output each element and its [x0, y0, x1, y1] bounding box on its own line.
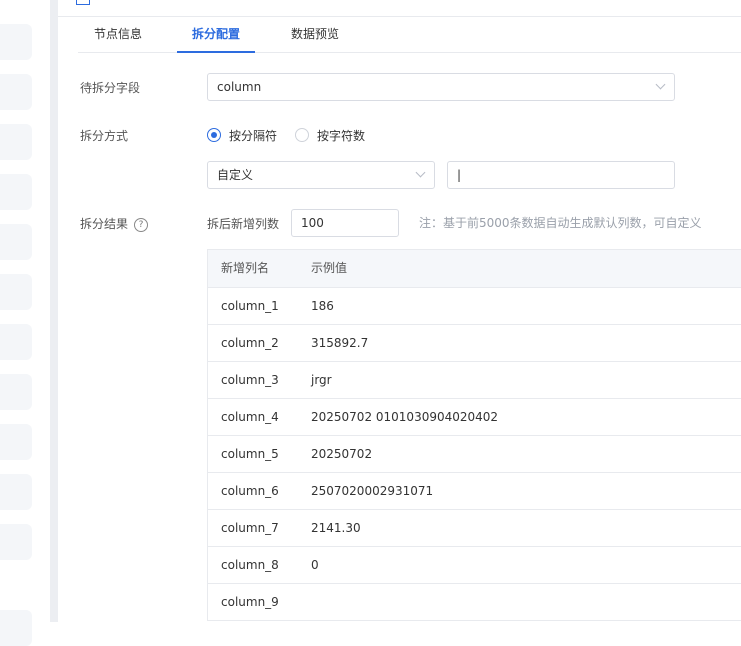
table-header: 新增列名 示例值	[208, 249, 741, 288]
field-select-value: column	[217, 80, 262, 94]
column-name: column_4	[221, 410, 279, 424]
panel-header	[58, 0, 741, 17]
table-row: column_6 2507020002931071	[208, 473, 741, 510]
sample-value: 315892.7	[311, 336, 369, 350]
radio-by-charcount-label: 按字符数	[317, 128, 366, 143]
result-label-row: 拆分结果?	[80, 215, 149, 232]
sample-value: 20250702 0101030904020402	[311, 410, 499, 424]
radio-unchecked-icon	[295, 128, 309, 142]
hint-text: 注：基于前5000条数据自动生成默认列数，可自定义	[419, 216, 702, 230]
radio-by-charcount[interactable]: 按字符数	[295, 127, 365, 143]
column-name: column_8	[221, 558, 279, 572]
sidebar-item[interactable]	[0, 74, 32, 110]
chevron-down-icon	[415, 167, 426, 178]
radio-by-delimiter[interactable]: 按分隔符	[207, 127, 277, 143]
tab-split-config[interactable]: 拆分配置	[177, 17, 255, 53]
chevron-down-icon	[655, 79, 666, 90]
sidebar-item[interactable]	[0, 524, 32, 560]
sidebar-item[interactable]	[0, 274, 32, 310]
sidebar-item[interactable]	[0, 474, 32, 510]
newcol-count-input[interactable]: 100	[291, 209, 399, 237]
column-name: column_7	[221, 521, 279, 535]
sample-value: 20250702	[311, 447, 373, 461]
table-row: column_5 20250702	[208, 436, 741, 473]
result-table: 新增列名 示例值 column_1 186 column_2 315892.7 …	[207, 249, 741, 621]
field-label: 待拆分字段	[80, 81, 141, 95]
table-row: column_1 186	[208, 288, 741, 325]
sample-value: 0	[311, 558, 319, 572]
sample-value: 186	[311, 299, 334, 313]
radio-by-delimiter-label: 按分隔符	[229, 128, 278, 143]
table-row: column_2 315892.7	[208, 325, 741, 362]
left-sidebar	[0, 0, 50, 646]
delimiter-type-select[interactable]: 自定义	[207, 161, 435, 189]
column-name: column_5	[221, 447, 279, 461]
sample-value: 2507020002931071	[311, 484, 434, 498]
column-name: column_9	[221, 595, 279, 609]
table-row: column_7 2141.30	[208, 510, 741, 547]
table-row: column_3 jrgr	[208, 362, 741, 399]
field-select[interactable]: column	[207, 73, 675, 101]
method-label: 拆分方式	[80, 129, 129, 143]
newcol-count-value: 100	[301, 216, 324, 230]
help-icon[interactable]: ?	[134, 217, 149, 232]
delimiter-input[interactable]: |	[447, 161, 675, 189]
column-name: column_3	[221, 373, 279, 387]
column-name: column_2	[221, 336, 279, 350]
column-name: column_1	[221, 299, 279, 313]
delimiter-type-value: 自定义	[217, 168, 254, 182]
sidebar-item[interactable]	[0, 424, 32, 460]
result-label: 拆分结果	[80, 217, 129, 231]
sample-value: jrgr	[311, 373, 332, 387]
tab-node-info[interactable]: 节点信息	[78, 17, 158, 52]
sidebar-item[interactable]	[0, 610, 32, 646]
sidebar-item[interactable]	[0, 374, 32, 410]
column-name: column_6	[221, 484, 279, 498]
tab-data-preview[interactable]: 数据预览	[275, 17, 355, 52]
radio-checked-icon	[207, 128, 221, 142]
sidebar-item[interactable]	[0, 174, 32, 210]
sidebar-scrollbar[interactable]	[50, 0, 58, 622]
header-column-name: 新增列名	[221, 261, 270, 275]
panel-icon	[76, 0, 90, 5]
sidebar-item[interactable]	[0, 324, 32, 360]
sample-value: 2141.30	[311, 521, 361, 535]
sidebar-item[interactable]	[0, 224, 32, 260]
table-row: column_9	[208, 584, 741, 621]
header-sample-value: 示例值	[311, 261, 348, 275]
delimiter-input-value: |	[457, 168, 462, 182]
newcol-count-label: 拆后新增列数	[207, 217, 280, 231]
table-row: column_4 20250702 0101030904020402	[208, 399, 741, 436]
sidebar-item[interactable]	[0, 24, 32, 60]
table-row: column_8 0	[208, 547, 741, 584]
sidebar-item[interactable]	[0, 124, 32, 160]
tab-bar: 节点信息 拆分配置 数据预览	[78, 17, 741, 53]
config-panel: 节点信息 拆分配置 数据预览 待拆分字段 column 拆分方式 按分隔符 按字…	[58, 0, 741, 622]
